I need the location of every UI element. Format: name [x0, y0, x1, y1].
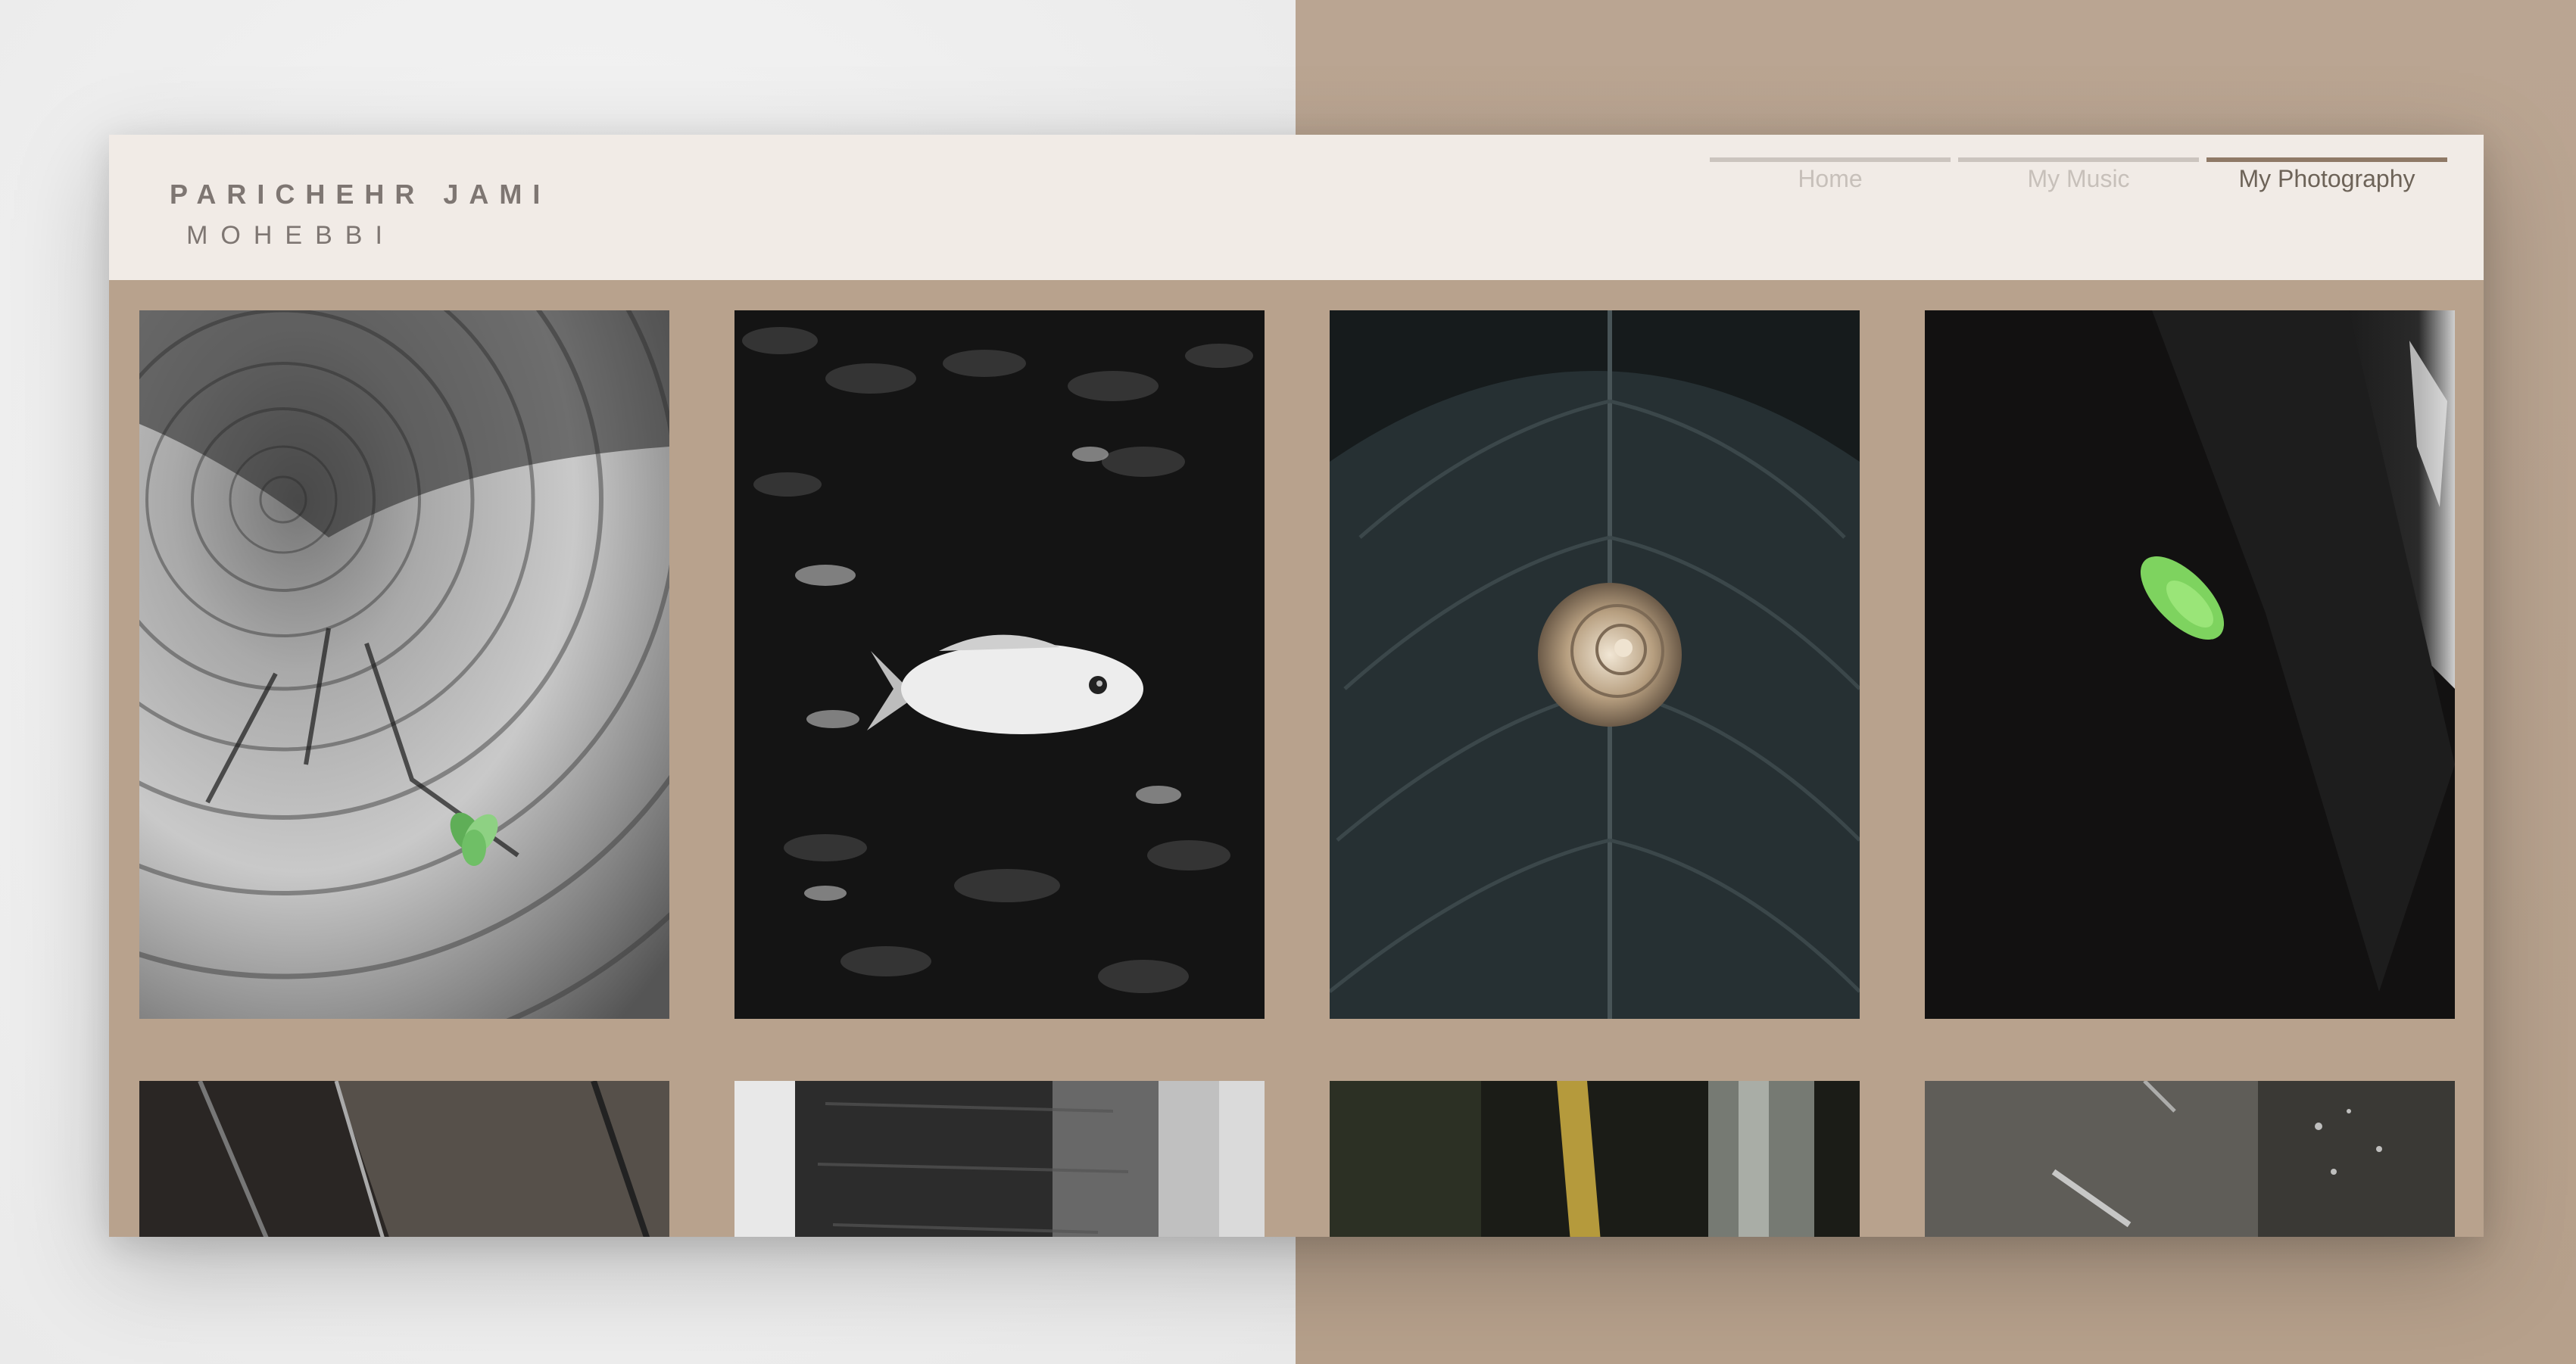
website-window: PARICHEHR JAMI MOHEBBI Home My Music My …	[109, 135, 2484, 1237]
site-logo[interactable]: PARICHEHR JAMI MOHEBBI	[170, 179, 551, 251]
site-header: PARICHEHR JAMI MOHEBBI Home My Music My …	[109, 135, 2484, 280]
photo-snail-leaf[interactable]	[1330, 310, 1860, 1019]
main-nav: Home My Music My Photography	[1710, 157, 2447, 203]
logo-line-1: PARICHEHR JAMI	[170, 179, 551, 210]
photo-bark[interactable]	[734, 1081, 1265, 1237]
photo-grey-wall[interactable]	[1925, 1081, 2455, 1237]
photo-white-fish[interactable]	[734, 310, 1265, 1019]
photo-dark-foliage[interactable]	[1330, 1081, 1860, 1237]
photo-green-leaf[interactable]	[1925, 310, 2455, 1019]
nav-my-photography[interactable]: My Photography	[2206, 157, 2447, 203]
photo-dark-stems[interactable]	[139, 1081, 669, 1237]
photo-tree-stump[interactable]	[139, 310, 669, 1019]
logo-line-2: MOHEBBI	[186, 221, 395, 250]
nav-my-music[interactable]: My Music	[1958, 157, 2199, 203]
nav-home[interactable]: Home	[1710, 157, 1951, 203]
